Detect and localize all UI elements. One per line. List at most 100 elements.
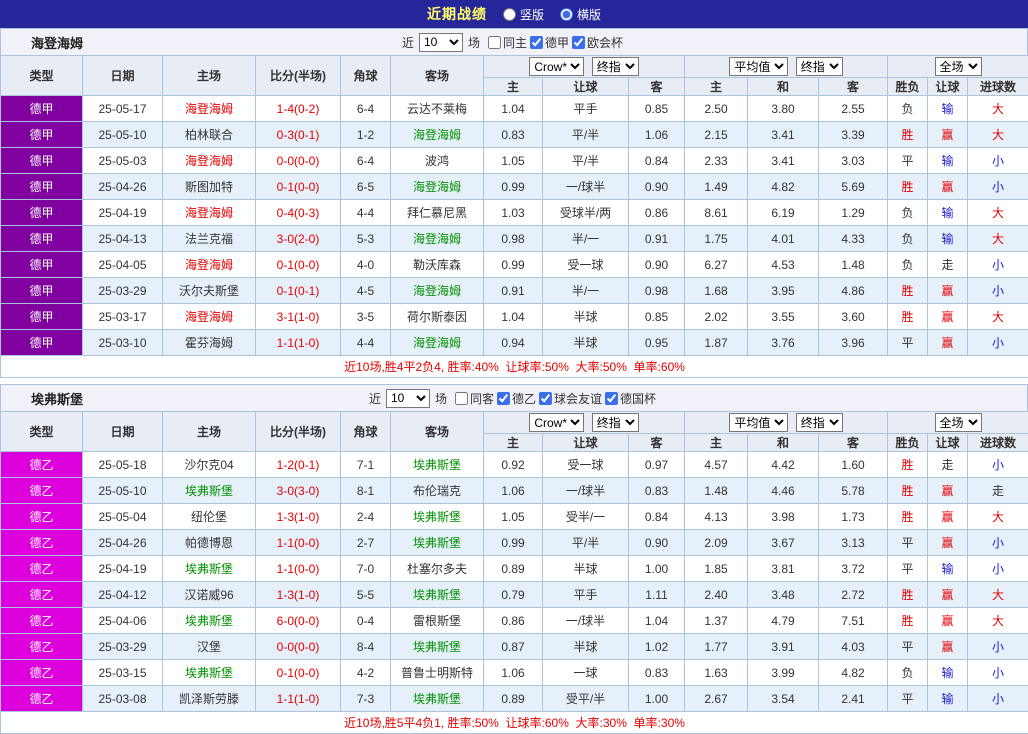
corner-count: 5-5 bbox=[340, 581, 391, 608]
away-team[interactable]: 埃弗斯堡 bbox=[390, 529, 484, 556]
home-team[interactable]: 海登海姆 bbox=[162, 95, 256, 122]
col-corner: 角球 bbox=[340, 411, 391, 452]
asian-handicap: 半球 bbox=[542, 303, 629, 330]
league-badge: 德甲 bbox=[0, 173, 83, 200]
home-team[interactable]: 霍芬海姆 bbox=[162, 329, 256, 356]
filter-checkbox[interactable]: 德甲 bbox=[530, 34, 569, 51]
asian-away-odds: 0.90 bbox=[627, 173, 686, 200]
result-over-under: 大 bbox=[967, 121, 1028, 148]
match-score: 1-1(0-0) bbox=[255, 529, 341, 556]
home-team[interactable]: 海登海姆 bbox=[162, 251, 256, 278]
asian-home-odds: 0.91 bbox=[483, 277, 543, 304]
filter-checkbox[interactable]: 同主 bbox=[487, 34, 527, 51]
asian-home-odds: 1.05 bbox=[483, 503, 543, 530]
away-team[interactable]: 云达不莱梅 bbox=[390, 95, 484, 122]
away-team[interactable]: 埃弗斯堡 bbox=[390, 633, 484, 660]
away-team[interactable]: 埃弗斯堡 bbox=[390, 581, 484, 608]
match-count-select[interactable]: 10 bbox=[418, 32, 463, 52]
home-team[interactable]: 埃弗斯堡 bbox=[162, 477, 256, 504]
home-team[interactable]: 海登海姆 bbox=[162, 147, 256, 174]
home-team[interactable]: 凯泽斯劳滕 bbox=[162, 685, 256, 712]
filter-checkbox-input[interactable] bbox=[497, 391, 510, 405]
result-over-under: 小 bbox=[967, 147, 1028, 174]
league-badge: 德乙 bbox=[0, 607, 83, 634]
average-odds-select[interactable]: 平均值 bbox=[729, 57, 789, 76]
asian-final-odds-select[interactable]: 终指 bbox=[591, 57, 639, 76]
filter-checkboxes: 同主 德甲 欧会杯 bbox=[487, 34, 626, 51]
home-team[interactable]: 海登海姆 bbox=[162, 199, 256, 226]
filter-checkbox[interactable]: 德国杯 bbox=[605, 390, 656, 407]
away-team[interactable]: 海登海姆 bbox=[390, 225, 484, 252]
horizontal-layout-radio[interactable]: 横版 bbox=[560, 6, 601, 23]
result-over-under: 小 bbox=[967, 529, 1028, 556]
horizontal-layout-radio-input[interactable] bbox=[560, 7, 573, 21]
filter-checkbox-input[interactable] bbox=[572, 35, 586, 49]
filter-checkbox[interactable]: 欧会杯 bbox=[572, 34, 623, 51]
away-team[interactable]: 海登海姆 bbox=[390, 121, 484, 148]
home-team[interactable]: 汉诺威96 bbox=[162, 581, 256, 608]
filter-checkbox-input[interactable] bbox=[605, 391, 619, 405]
match-date: 25-05-18 bbox=[82, 451, 163, 478]
away-team[interactable]: 勒沃库森 bbox=[390, 251, 484, 278]
home-team[interactable]: 海登海姆 bbox=[162, 303, 256, 330]
team-name: 海登海姆 bbox=[31, 35, 84, 51]
away-team[interactable]: 杜塞尔多夫 bbox=[390, 555, 484, 582]
away-team[interactable]: 海登海姆 bbox=[390, 277, 484, 304]
match-row: 德乙 25-04-19 埃弗斯堡 1-1(0-0) 7-0 杜塞尔多夫 0.89 半球 1.00… bbox=[0, 555, 1028, 582]
home-team[interactable]: 汉堡 bbox=[162, 633, 256, 660]
euro-final-odds-select[interactable]: 终指 bbox=[795, 57, 843, 76]
home-team[interactable]: 斯图加特 bbox=[162, 173, 256, 200]
corner-count: 6-4 bbox=[340, 95, 391, 122]
away-team[interactable]: 海登海姆 bbox=[390, 173, 484, 200]
bookmaker-select[interactable]: Crow* bbox=[529, 57, 585, 76]
asian-away-odds: 1.00 bbox=[627, 685, 686, 712]
asian-away-odds: 0.90 bbox=[627, 529, 686, 556]
asian-final-odds-select[interactable]: 终指 bbox=[591, 413, 639, 432]
away-team[interactable]: 拜仁慕尼黑 bbox=[390, 199, 484, 226]
avg-home-odds: 1.63 bbox=[684, 659, 749, 686]
filter-checkbox-input[interactable] bbox=[487, 35, 501, 49]
home-team[interactable]: 法兰克福 bbox=[162, 225, 256, 252]
match-count-select[interactable]: 10 bbox=[385, 388, 430, 408]
match-date: 25-05-10 bbox=[82, 121, 163, 148]
away-team[interactable]: 雷根斯堡 bbox=[390, 607, 484, 634]
filter-checkbox[interactable]: 德乙 bbox=[497, 390, 536, 407]
bookmaker-select[interactable]: Crow* bbox=[529, 413, 585, 432]
home-team[interactable]: 沙尔克04 bbox=[162, 451, 256, 478]
away-team[interactable]: 埃弗斯堡 bbox=[390, 451, 484, 478]
home-team[interactable]: 埃弗斯堡 bbox=[162, 659, 256, 686]
home-team[interactable]: 纽伦堡 bbox=[162, 503, 256, 530]
home-team[interactable]: 柏林联合 bbox=[162, 121, 256, 148]
asian-home-odds: 0.87 bbox=[483, 633, 543, 660]
away-team[interactable]: 荷尔斯泰因 bbox=[390, 303, 484, 330]
asian-home-odds: 1.04 bbox=[483, 95, 543, 122]
filter-checkbox[interactable]: 球会友谊 bbox=[539, 390, 602, 407]
filter-checkbox[interactable]: 同客 bbox=[454, 390, 494, 407]
vertical-layout-radio-input[interactable] bbox=[502, 7, 516, 21]
home-team[interactable]: 沃尔夫斯堡 bbox=[162, 277, 256, 304]
away-team[interactable]: 普鲁士明斯特 bbox=[390, 659, 484, 686]
avg-draw-odds: 3.81 bbox=[747, 555, 820, 582]
home-team[interactable]: 帕德博恩 bbox=[162, 529, 256, 556]
avg-away-odds: 2.55 bbox=[818, 95, 889, 122]
vertical-layout-radio[interactable]: 竖版 bbox=[502, 6, 544, 23]
average-odds-select[interactable]: 平均值 bbox=[729, 413, 789, 432]
corner-count: 6-4 bbox=[340, 147, 391, 174]
fulltime-select[interactable]: 全场 bbox=[934, 57, 982, 76]
away-team[interactable]: 波鸿 bbox=[390, 147, 484, 174]
asian-away-odds: 1.11 bbox=[627, 581, 686, 608]
home-team[interactable]: 埃弗斯堡 bbox=[162, 555, 256, 582]
home-team[interactable]: 埃弗斯堡 bbox=[162, 607, 256, 634]
away-team[interactable]: 埃弗斯堡 bbox=[390, 503, 484, 530]
asian-handicap: 平/半 bbox=[542, 121, 629, 148]
filter-checkbox-input[interactable] bbox=[539, 391, 553, 405]
away-team[interactable]: 埃弗斯堡 bbox=[390, 685, 484, 712]
away-team[interactable]: 海登海姆 bbox=[390, 329, 484, 356]
result-handicap: 输 bbox=[927, 659, 969, 686]
away-team[interactable]: 布伦瑞克 bbox=[390, 477, 484, 504]
filter-checkbox-input[interactable] bbox=[530, 35, 544, 49]
avg-home-odds: 2.09 bbox=[684, 529, 749, 556]
euro-final-odds-select[interactable]: 终指 bbox=[795, 413, 843, 432]
filter-checkbox-input[interactable] bbox=[454, 391, 468, 405]
fulltime-select[interactable]: 全场 bbox=[934, 413, 982, 432]
